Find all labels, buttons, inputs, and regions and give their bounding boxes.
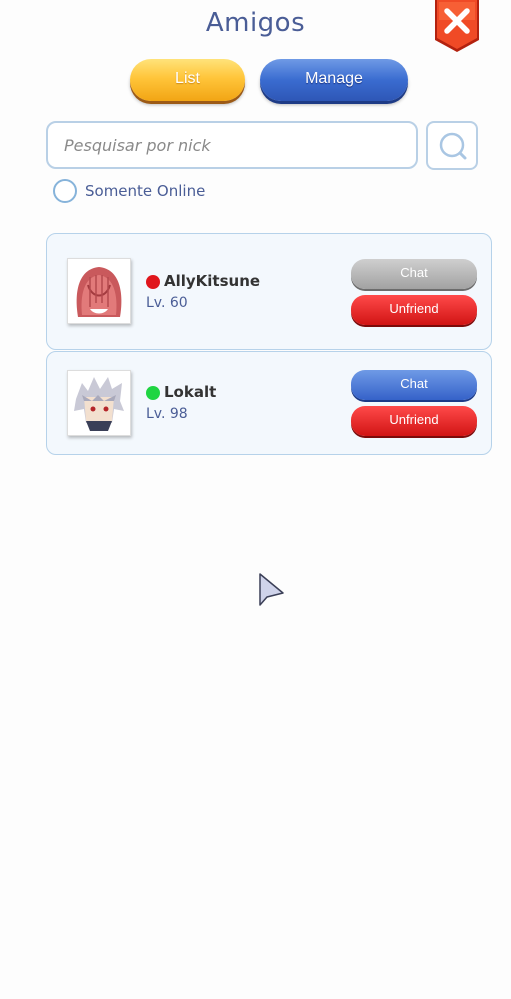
avatar bbox=[67, 258, 131, 324]
status-indicator-online bbox=[146, 386, 160, 400]
friend-avatar-icon bbox=[74, 377, 124, 431]
close-icon bbox=[435, 0, 479, 52]
online-only-toggle[interactable]: Somente Online bbox=[53, 177, 205, 205]
search-input[interactable] bbox=[46, 121, 418, 169]
friend-avatar-icon bbox=[76, 267, 122, 317]
pointer-cursor-icon bbox=[259, 573, 284, 606]
search-button[interactable] bbox=[426, 121, 478, 170]
status-indicator-offline bbox=[146, 275, 160, 289]
unfriend-button[interactable]: Unfriend bbox=[351, 295, 477, 325]
chat-button[interactable]: Chat bbox=[351, 259, 477, 289]
friend-level: Lv. 60 bbox=[146, 295, 188, 311]
chat-button[interactable]: Chat bbox=[351, 370, 477, 400]
friend-name: Lokalt bbox=[164, 383, 217, 401]
search-icon bbox=[439, 132, 467, 160]
friend-card: Lokalt Lv. 98 Chat Unfriend bbox=[46, 351, 492, 455]
online-only-label: Somente Online bbox=[85, 182, 206, 200]
friend-name: AllyKitsune bbox=[164, 272, 261, 290]
close-button[interactable] bbox=[433, 0, 481, 52]
unfriend-button[interactable]: Unfriend bbox=[351, 406, 477, 436]
friend-card: AllyKitsune Lv. 60 Chat Unfriend bbox=[46, 233, 492, 350]
avatar bbox=[67, 370, 131, 436]
friend-level: Lv. 98 bbox=[146, 406, 188, 422]
tab-manage[interactable]: Manage bbox=[260, 59, 408, 101]
online-only-radio[interactable] bbox=[53, 179, 77, 203]
tab-list[interactable]: List bbox=[130, 59, 245, 101]
